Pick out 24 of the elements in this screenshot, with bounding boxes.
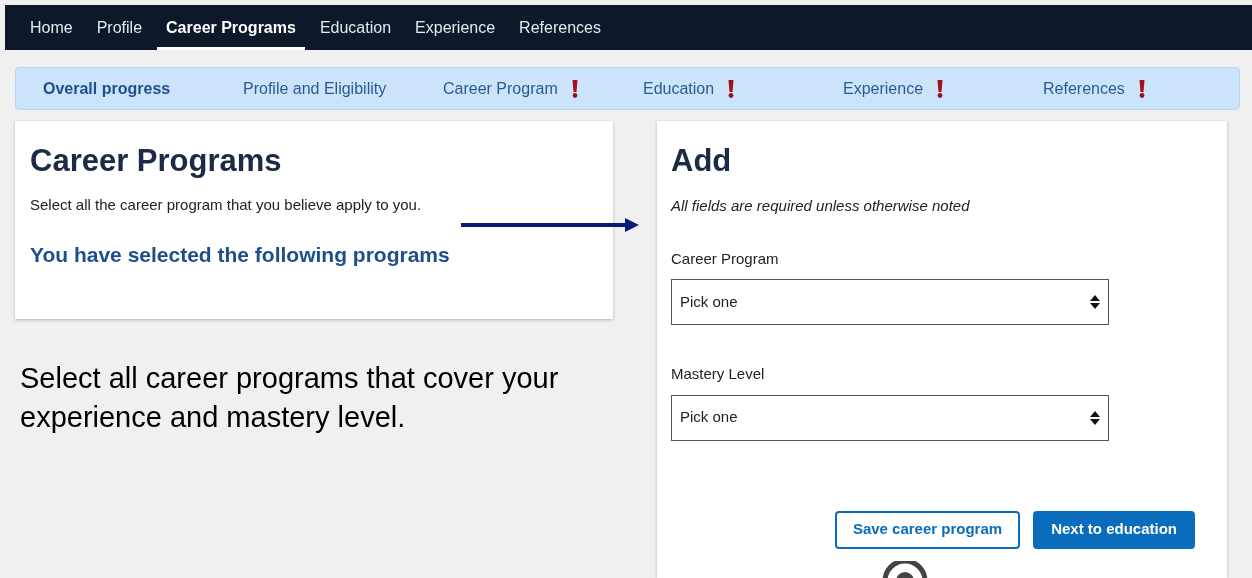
progress-step[interactable]: Profile and Eligibility: [243, 76, 387, 101]
progress-step[interactable]: Experience: [843, 76, 924, 101]
nav-tab[interactable]: Experience: [406, 5, 505, 50]
annotation-text: Select all career programs that cover your experience and mastery level.: [19, 361, 560, 435]
nav-tab[interactable]: Home: [21, 5, 82, 50]
progress-step[interactable]: Education: [643, 76, 715, 101]
progress-step[interactable]: Overall progress: [43, 76, 171, 101]
nav-tab[interactable]: Career Programs: [157, 5, 305, 50]
save-button[interactable]: Save career program: [834, 510, 1021, 549]
progress-step[interactable]: Career Program: [443, 76, 558, 101]
field-label: Mastery Level: [671, 364, 766, 384]
field-label: Career Program: [671, 248, 780, 269]
card-title: Career Programs: [30, 142, 283, 180]
card-title: Add: [671, 142, 733, 180]
required-note: All fields are required unless otherwise noted: [671, 196, 971, 216]
select-field[interactable]: Pick one: [671, 279, 1109, 325]
progress-step[interactable]: References: [1043, 76, 1125, 101]
selected-programs-heading: You have selected the following programs: [30, 241, 451, 268]
next-button[interactable]: Next to education: [1033, 510, 1195, 549]
nav-tab[interactable]: References: [510, 5, 610, 50]
select-field[interactable]: Pick one: [671, 394, 1109, 441]
nav-tab[interactable]: Education: [310, 5, 401, 50]
instruction-text: Select all the career program that you believe apply to you.: [30, 195, 422, 215]
nav-tab[interactable]: Profile: [87, 5, 152, 50]
